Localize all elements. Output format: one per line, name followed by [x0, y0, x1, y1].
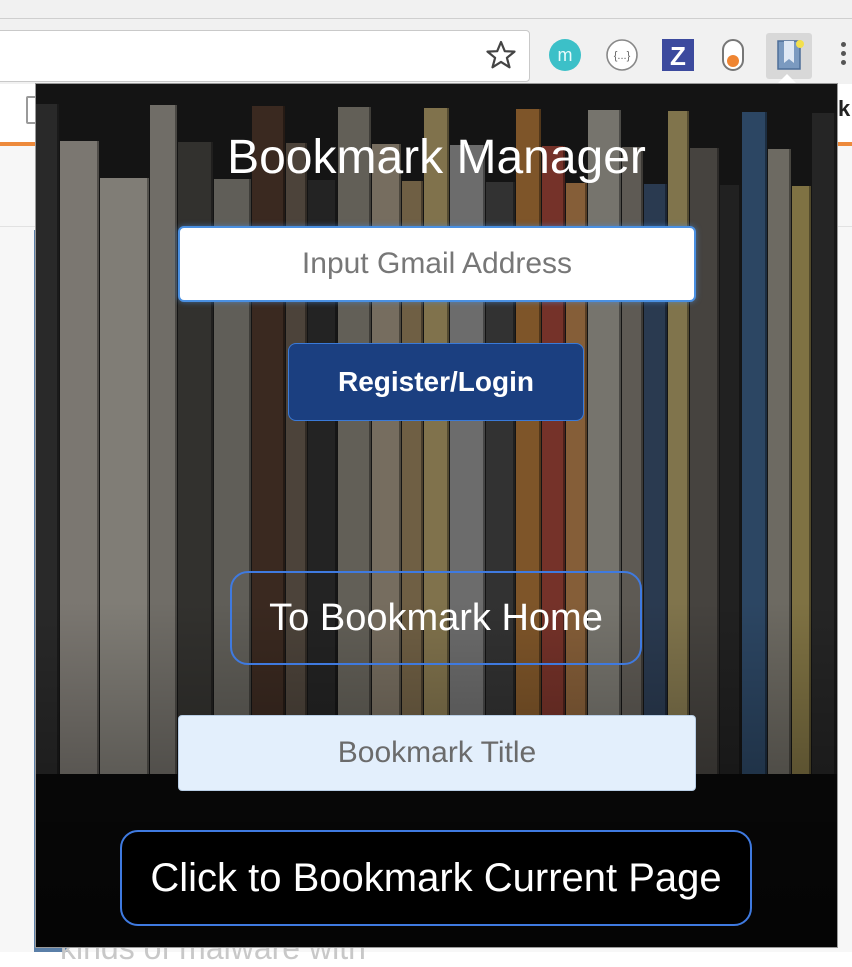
bookmark-current-page-button[interactable]: Click to Bookmark Current Page [120, 830, 752, 926]
svg-text:Z: Z [670, 41, 686, 71]
bookmark-home-button[interactable]: To Bookmark Home [230, 571, 642, 665]
gmail-input[interactable] [178, 226, 696, 302]
m-icon[interactable]: m [548, 38, 582, 72]
extension-popup: Bookmark Manager Register/Login To Bookm… [35, 83, 838, 948]
address-bar[interactable] [0, 30, 530, 82]
chrome-menu-icon[interactable] [836, 38, 850, 72]
tab-strip-divider [0, 18, 852, 19]
z-icon[interactable]: Z [661, 38, 695, 72]
register-login-button[interactable]: Register/Login [288, 343, 584, 421]
bookmark-manager-extension[interactable] [766, 33, 812, 79]
svg-text:{...}: {...} [614, 50, 631, 62]
popup-title: Bookmark Manager [227, 131, 646, 184]
bookmark-manager-icon [777, 40, 804, 70]
bookmark-star-icon[interactable] [485, 39, 517, 71]
json-viewer-icon[interactable]: {...} [605, 38, 639, 72]
page-text-fragment: k [838, 96, 851, 121]
browser-toolbar: m {...} Z [0, 0, 852, 85]
background-shade [36, 84, 837, 947]
bookmark-title-input[interactable] [178, 715, 696, 791]
svg-text:m: m [558, 45, 573, 65]
pill-icon[interactable] [716, 38, 750, 72]
